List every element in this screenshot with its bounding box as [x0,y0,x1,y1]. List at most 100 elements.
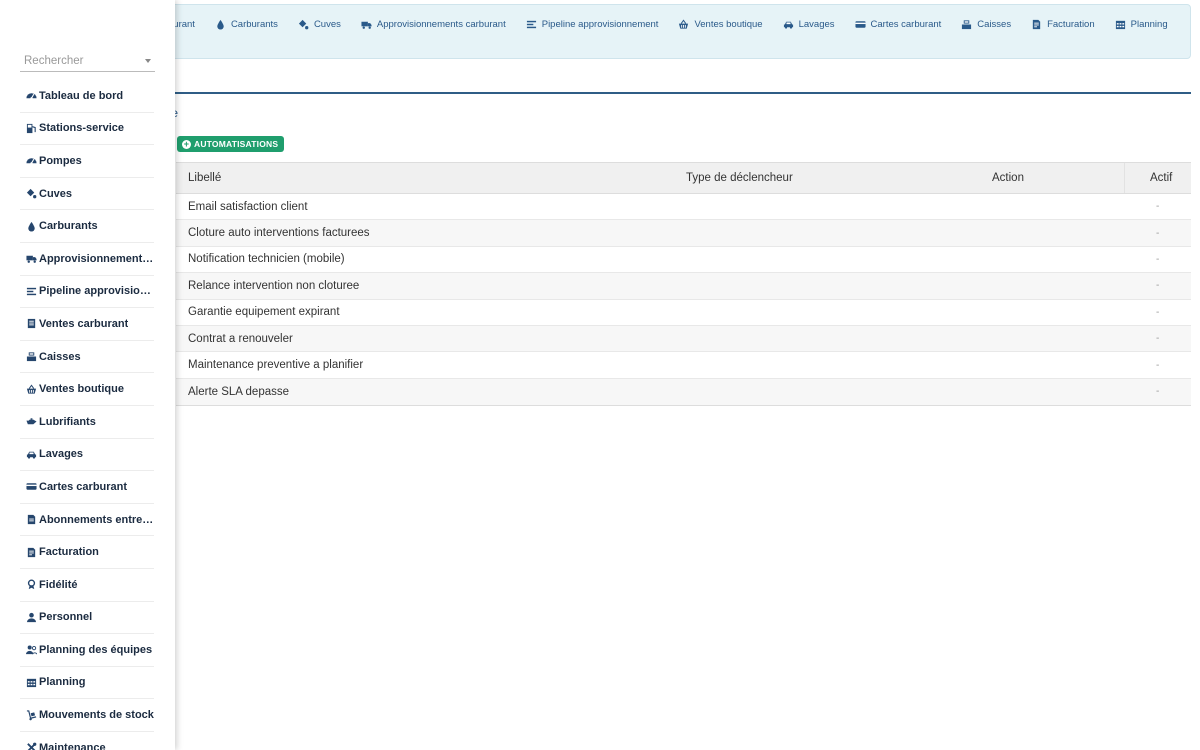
oil-can-icon [24,414,39,429]
sidebar-item[interactable]: Approvisionnements carburant [20,243,154,276]
top-tab[interactable]: Caisses [961,19,1011,30]
table-row[interactable]: Garantie equipement expirant - [176,300,1191,326]
sidebar-item[interactable]: Planning [20,667,154,700]
cell-active: - [1156,333,1160,345]
table-body: Email satisfaction client - Cloture auto i… [176,194,1191,406]
sidebar: Rechercher Tableau de bord Stations-servi… [0,0,175,750]
table-row[interactable]: Relance intervention non cloturee - [176,273,1191,300]
cell-label: Garantie equipement expirant [188,306,340,319]
table-row[interactable]: Notification technicien (mobile) - [176,247,1191,274]
column-header-active[interactable]: Actif [1124,163,1191,193]
top-tab[interactable]: Carburants [215,19,278,30]
top-tab[interactable]: Approvisionnements carburant [361,19,506,30]
table-row[interactable]: Alerte SLA depasse - [176,378,1191,406]
table-row[interactable]: Maintenance preventive a planifier - [176,352,1191,379]
sidebar-item[interactable]: Ventes boutique [20,373,154,406]
top-tab-label: Caisses [977,18,1012,30]
sidebar-item[interactable]: Facturation [20,536,154,569]
sidebar-item[interactable]: Cartes carburant [20,471,154,504]
cell-active: - [1156,227,1160,239]
column-header-trigger[interactable]: Type de déclencheur [686,172,992,184]
top-tab-label: Planning [1130,18,1168,30]
sidebar-item-label: Approvisionnements carburant [39,252,154,265]
add-automation-button[interactable]: + AUTOMATISATIONS [177,136,285,152]
table-row[interactable]: Cloture auto interventions facturees - [176,220,1191,247]
sidebar-item[interactable]: Cuves [20,178,154,211]
sidebar-item[interactable]: Carburants [20,210,154,243]
column-header-label[interactable]: Libellé [176,172,686,184]
tank-icon [298,19,309,30]
dashboard-icon [24,88,39,103]
sidebar-item[interactable]: Lavages [20,439,154,472]
droplet-icon [24,219,39,234]
cell-label: Email satisfaction client [188,200,308,213]
user-icon [24,610,39,625]
register-icon [24,349,39,364]
column-header-active-label: Actif [1150,172,1173,184]
top-tab[interactable]: Lavages [783,19,835,30]
calendar-icon [1115,19,1126,30]
top-tab-label: Ventes boutique [694,18,763,30]
sidebar-item-label: Ventes boutique [39,383,124,396]
sidebar-item[interactable]: Pipeline approvisionnement [20,276,154,309]
register-icon [961,19,972,30]
table-header: Libellé Type de déclencheur Action Actif [176,163,1191,194]
top-tab[interactable]: Planning [1115,19,1168,30]
sidebar-item[interactable]: Ventes carburant [20,308,154,341]
column-header-action[interactable]: Action [992,172,1124,184]
cell-label: Relance intervention non cloturee [188,279,360,292]
document-icon [24,512,39,527]
sidebar-item-label: Facturation [39,546,99,559]
sidebar-item-label: Cartes carburant [39,480,128,493]
droplet-icon [215,19,226,30]
cell-active: - [1156,359,1160,371]
sidebar-item[interactable]: Caisses [20,341,154,374]
top-tab-label: Cuves [313,18,341,30]
sidebar-item-label: Caisses [39,350,81,363]
cell-label: Maintenance preventive a planifier [188,359,364,372]
sidebar-item-label: Lubrifiants [39,415,96,428]
tools-icon [24,740,39,750]
search-select[interactable]: Rechercher [20,52,155,72]
sidebar-item[interactable]: Personnel [20,602,154,635]
cell-active: - [1156,386,1160,398]
sidebar-item[interactable]: Fidélité [20,569,154,602]
sidebar-item[interactable]: Maintenance [20,732,154,750]
calendar-icon [24,675,39,690]
sidebar-item-label: Planning des équipes [39,643,153,656]
top-tab[interactable]: Facturation [1031,19,1095,30]
tank-icon [24,186,39,201]
sidebar-item[interactable]: Stations-service [20,113,154,146]
top-tab-label: Approvisionnements carburant [376,18,506,30]
gas-station-icon [24,121,39,136]
table-row[interactable]: Email satisfaction client - [176,194,1191,221]
sidebar-menu: Tableau de bord Stations-service Pompes Cuv… [20,80,154,750]
chevron-down-icon [145,59,151,63]
sidebar-item-label: Planning [39,676,86,689]
sidebar-item[interactable]: Mouvements de stock [20,699,154,732]
cell-active: - [1156,201,1160,213]
invoice-icon [24,545,39,560]
top-tab[interactable]: Ventes boutique [678,18,763,30]
top-tab-label: Cartes carburant [870,18,942,30]
sidebar-item-label: Personnel [39,611,93,624]
sidebar-item-label: Mouvements de stock [39,709,154,722]
top-tab[interactable]: Cartes carburant [854,18,942,30]
sidebar-item[interactable]: Tableau de bord [20,80,154,113]
top-tab[interactable]: Cuves [298,19,341,30]
sidebar-item[interactable]: Pompes [20,145,154,178]
car-icon [24,447,39,462]
sidebar-item-label: Maintenance [39,741,106,750]
top-tab[interactable]: Pipeline approvisionnement [526,19,658,30]
top-tab-label: Facturation [1047,18,1095,30]
cell-label: Alerte SLA depasse [188,385,290,398]
invoice-icon [1031,19,1042,30]
sidebar-item-label: Pipeline approvisionnement [39,285,154,298]
sidebar-item[interactable]: Lubrifiants [20,406,154,439]
sidebar-item-label: Pompes [39,154,82,167]
bars-icon [24,284,39,299]
sidebar-item[interactable]: Abonnements entreprise [20,504,154,537]
sidebar-item[interactable]: Planning des équipes [20,634,154,667]
table-row[interactable]: Contrat a renouveler - [176,325,1191,353]
truck-icon [361,19,372,30]
